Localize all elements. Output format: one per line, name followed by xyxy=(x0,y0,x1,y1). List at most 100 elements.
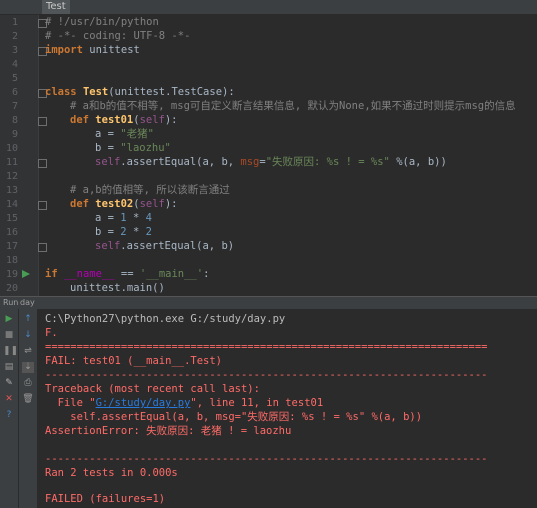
code-line: 8 def test01(self): xyxy=(0,113,537,128)
console-line: C:\Python27\python.exe G:/study/day.py xyxy=(45,313,286,325)
code-line: 4 xyxy=(0,57,537,72)
up-arrow-icon[interactable]: ↑ xyxy=(22,314,34,325)
code-text: unittest.main() xyxy=(70,282,165,294)
string-literal: '__main__' xyxy=(139,268,204,280)
code-fragment: * xyxy=(126,212,146,224)
code-line: 11 self.assertEqual(a, b, msg="失败原因: %s … xyxy=(0,155,537,170)
file-link[interactable]: G:/study/day.py xyxy=(96,397,191,409)
code-line: 17 self.assertEqual(a, b) xyxy=(0,239,537,254)
line-number: 5 xyxy=(11,73,18,84)
tab-test[interactable]: Test xyxy=(42,0,70,14)
keyword: import xyxy=(45,44,83,56)
self-keyword: self xyxy=(139,198,165,210)
console-line: ----------------------------------------… xyxy=(45,453,488,465)
code-fragment: (unittest.TestCase): xyxy=(108,86,235,98)
code-fragment: %(a, b)) xyxy=(389,156,447,168)
comment-text: # !/usr/bin/python xyxy=(45,16,159,28)
fold-marker-icon[interactable] xyxy=(38,201,47,210)
code-line: 3 import unittest xyxy=(0,43,537,58)
run-panel-header: Run day xyxy=(0,296,537,309)
code-line: 15 a = 1 * 4 xyxy=(0,211,537,226)
restore-layout-icon[interactable]: ▤ xyxy=(3,362,15,373)
run-gutter-icon[interactable] xyxy=(22,270,30,278)
scroll-to-end-icon[interactable]: ⇣ xyxy=(22,362,34,373)
console-line: Traceback (most recent call last): xyxy=(45,383,260,395)
line-number: 12 xyxy=(5,171,18,182)
line-number: 2 xyxy=(11,31,18,42)
code-fragment: a = xyxy=(95,212,121,224)
line-number: 20 xyxy=(5,283,18,294)
code-text: import unittest xyxy=(45,43,140,58)
console-line: self.assertEqual(a, b, msg="失败原因: %s ! =… xyxy=(45,411,423,423)
line-number: 16 xyxy=(5,227,18,238)
line-number: 6 xyxy=(11,87,18,98)
soft-wrap-icon[interactable]: ⇌ xyxy=(22,346,34,357)
fold-marker-icon[interactable] xyxy=(38,243,47,252)
keyword: if xyxy=(45,268,58,280)
code-line: 2 # -*- coding: UTF-8 -*- xyxy=(0,29,537,44)
code-fragment: ): xyxy=(164,114,178,126)
code-line: 6 class Test(unittest.TestCase): xyxy=(0,85,537,100)
fold-marker-icon[interactable] xyxy=(38,117,47,126)
line-number: 18 xyxy=(5,255,18,266)
run-toolbar: ▶ ■ ❚❚ ▤ ✎ ✕ ? xyxy=(0,309,19,508)
code-text: a = "老猪" xyxy=(95,127,154,142)
code-editor[interactable]: 1 # !/usr/bin/python 2 # -*- coding: UTF… xyxy=(0,15,537,296)
fold-marker-icon[interactable] xyxy=(38,159,47,168)
function-name: test01 xyxy=(95,114,134,126)
code-line: 9 a = "老猪" xyxy=(0,127,537,142)
console-line: FAIL: test01 (__main__.Test) xyxy=(45,355,223,367)
help-icon[interactable]: ? xyxy=(3,410,15,421)
code-line: 7 # a和b的值不相等, msg可自定义断言结果信息, 默认为None,如果不… xyxy=(0,99,537,114)
class-name: Test xyxy=(82,86,109,98)
code-fragment: .assertEqual(a, b, xyxy=(120,156,241,168)
self-keyword: self xyxy=(95,156,121,168)
number-literal: 4 xyxy=(145,212,152,224)
line-number: 4 xyxy=(11,59,18,70)
down-arrow-icon[interactable]: ↓ xyxy=(22,330,34,341)
print-icon[interactable]: ⎙ xyxy=(22,378,34,389)
console-fragment: File " xyxy=(45,397,96,409)
clear-all-icon[interactable]: 🗑 xyxy=(22,394,34,405)
pause-icon[interactable]: ❚❚ xyxy=(3,346,18,357)
line-number: 7 xyxy=(11,101,18,112)
rerun-icon[interactable]: ▶ xyxy=(3,314,15,325)
param-name: msg xyxy=(240,156,260,168)
line-number: 14 xyxy=(5,199,18,210)
comment-text: # -*- coding: UTF-8 -*- xyxy=(45,30,191,42)
code-text: b = 2 * 2 xyxy=(95,225,152,240)
pin-icon[interactable]: ✎ xyxy=(3,378,15,389)
keyword: def xyxy=(70,114,89,126)
self-keyword: self xyxy=(139,114,165,126)
code-text: b = "laozhu" xyxy=(95,141,171,156)
line-number: 11 xyxy=(5,157,18,168)
string-literal: "失败原因: %s ! = %s" xyxy=(265,156,390,168)
line-number: 3 xyxy=(11,45,18,56)
close-icon[interactable]: ✕ xyxy=(3,394,15,405)
code-line: 14 def test02(self): xyxy=(0,197,537,212)
keyword: def xyxy=(70,198,89,210)
code-text: def test02(self): xyxy=(70,197,178,212)
self-keyword: self xyxy=(95,240,121,252)
run-config-name[interactable]: day xyxy=(20,297,35,309)
dunder-name: __name__ xyxy=(63,268,115,280)
code-fragment: : xyxy=(203,268,210,280)
run-panel-label[interactable]: Run xyxy=(3,297,18,309)
code-fragment: ): xyxy=(164,198,178,210)
console-line: Ran 2 tests in 0.000s xyxy=(45,467,178,479)
code-fragment: * xyxy=(126,226,146,238)
code-fragment: .assertEqual(a, b) xyxy=(120,240,235,252)
code-fragment: unittest xyxy=(82,44,140,56)
line-number: 8 xyxy=(11,115,18,126)
line-number: 9 xyxy=(11,129,18,140)
console-output[interactable]: C:\Python27\python.exe G:/study/day.py F… xyxy=(38,309,537,508)
code-text: self.assertEqual(a, b, msg="失败原因: %s ! =… xyxy=(95,155,447,170)
line-number: 17 xyxy=(5,241,18,252)
line-number: 13 xyxy=(5,185,18,196)
console-line: F. xyxy=(45,327,58,339)
stop-icon[interactable]: ■ xyxy=(3,330,15,341)
editor-tab-bar: Test xyxy=(0,0,537,15)
code-line: 19 if __name__ == '__main__': xyxy=(0,267,537,282)
code-text: def test01(self): xyxy=(70,113,178,128)
line-number: 19 xyxy=(5,269,18,280)
